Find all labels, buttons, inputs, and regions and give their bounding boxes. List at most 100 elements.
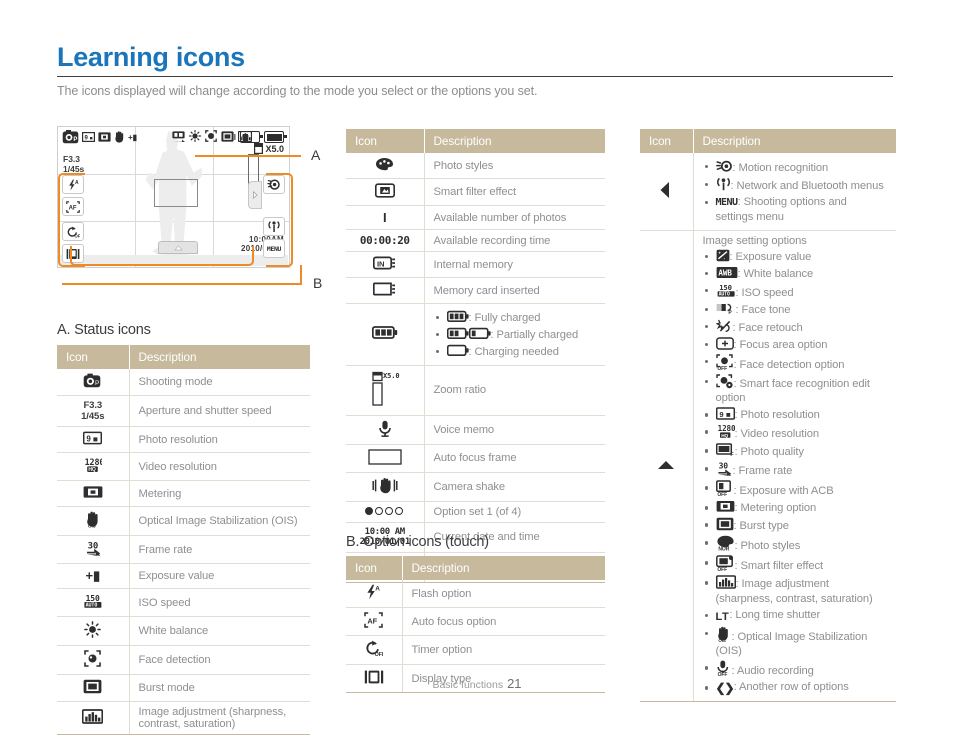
list-item: : Face retouch	[703, 319, 888, 336]
aperture-shutter-readout: F3.3 1/45s	[63, 154, 85, 174]
battery-full-icon	[446, 310, 469, 323]
white-balance-icon	[57, 616, 130, 646]
zoom-ratio-readout: X5.0	[254, 143, 284, 154]
ois-icon	[114, 131, 125, 143]
table-row: Memory card inserted	[346, 277, 605, 304]
list-item-label: : Smart face recognition edit option	[715, 377, 871, 405]
svg-text:OFF: OFF	[375, 652, 383, 657]
callout-line-b-vertical	[300, 265, 302, 284]
photo-quality-icon: F	[715, 443, 735, 457]
frame-rate-icon: 30	[57, 535, 130, 564]
column-header-icon: Icon	[346, 129, 425, 153]
list-item: AWB: White balance	[703, 266, 888, 282]
table-row: P Shooting mode	[57, 369, 310, 396]
row-description: Flash option	[402, 580, 605, 608]
table-row: Voice memo	[346, 415, 605, 445]
list-item-label: : Charging needed	[468, 345, 559, 358]
white-balance-auto-icon: AWB	[716, 266, 738, 279]
list-item-label: : Optical Image Stabilization (OIS)	[715, 630, 868, 658]
row-description: ISO speed	[129, 588, 310, 617]
table-row: OFF Timer option	[346, 635, 605, 665]
svg-text:A: A	[375, 585, 380, 592]
column-header-icon: Icon	[57, 345, 130, 369]
option-icons-table: Icon Description A Flash option AF Auto …	[346, 556, 605, 693]
svg-text:OFF: OFF	[717, 567, 727, 571]
motion-recognition-icon	[715, 159, 733, 173]
svg-text:P: P	[728, 310, 732, 315]
face-tone-icon: P	[716, 302, 736, 315]
photo-styles-nor-icon: NOR	[716, 535, 735, 551]
callout-label-a: A	[311, 147, 321, 163]
svg-text:F: F	[730, 452, 734, 457]
list-item: : Fully charged	[434, 310, 597, 326]
list-item: OFF: Exposure with ACB	[703, 480, 888, 499]
row-description: Photo resolution	[129, 426, 310, 453]
aperture-value: F3.3	[83, 400, 103, 411]
row-description: Photo styles	[424, 153, 605, 179]
iso-speed-icon: 150 AUTO	[57, 588, 130, 617]
battery-icon	[346, 303, 425, 366]
table-row: AF Auto focus option	[346, 607, 605, 636]
menu-icon: MENU	[715, 196, 739, 208]
list-item: 9 : Photo resolution	[703, 407, 888, 423]
manual-page: Learning icons The icons displayed will …	[0, 0, 954, 735]
shooting-mode-icon: P	[62, 130, 79, 144]
available-recording-time-icon: 00:00:20	[346, 229, 425, 252]
row-description: White balance	[129, 616, 310, 646]
row-bullets: Image setting options + -: Exposure value…	[693, 230, 896, 702]
svg-text:AUTO: AUTO	[718, 291, 729, 297]
up-arrow-icon	[640, 230, 694, 702]
option-set-icon	[346, 501, 425, 523]
row-description: Available number of photos	[424, 205, 605, 230]
ois-icon: OIS	[57, 506, 130, 536]
list-item-label: : Photo quality	[734, 446, 805, 458]
left-arrow-icon	[640, 153, 694, 231]
frame-rate-icon: 30	[716, 461, 733, 476]
column-header-description: Description	[402, 556, 605, 580]
exposure-value-icon: + -	[716, 249, 730, 262]
list-item-label: : White balance	[737, 267, 814, 280]
network-bluetooth-icon	[716, 177, 731, 191]
audio-recording-off-icon: OFF	[716, 660, 732, 676]
auto-focus-frame-icon	[154, 179, 198, 207]
list-item: + -: Exposure value	[703, 249, 888, 265]
row-description: Face detection	[129, 645, 310, 675]
available-photos-icon: I	[346, 205, 425, 230]
auto-focus-option-icon: AF	[346, 607, 403, 636]
list-item-label: : ISO speed	[735, 286, 794, 299]
white-balance-icon	[189, 130, 201, 142]
list-item: OIS: Optical Image Stabilization (OIS)	[703, 626, 888, 659]
page-title: Learning icons	[57, 42, 245, 72]
list-item-label: : Photo resolution	[734, 409, 820, 421]
list-item-label: : Network and Bluetooth menus	[730, 179, 884, 192]
side-options-tab[interactable]	[248, 181, 262, 209]
footer-page-number: 21	[507, 676, 522, 691]
burst-mode-icon	[221, 130, 234, 142]
row-description: Metering	[129, 480, 310, 507]
svg-text:OIS: OIS	[88, 524, 96, 528]
smart-filter-off-icon: OFF	[715, 555, 735, 571]
svg-text:9: 9	[85, 135, 89, 141]
camera-shake-icon	[346, 472, 425, 502]
face-detection-icon	[57, 645, 130, 675]
face-detection-off-icon: OFF	[715, 353, 734, 370]
svg-text:IN: IN	[377, 259, 384, 268]
photo-styles-icon	[346, 153, 425, 179]
row-description: Camera shake	[424, 472, 605, 502]
table-row: +▮ Exposure value	[57, 563, 310, 589]
svg-text:9: 9	[719, 410, 723, 419]
row-description: Memory card inserted	[424, 277, 605, 304]
section-heading-b: B. Option icons (touch)	[346, 534, 489, 550]
svg-text:150: 150	[719, 283, 732, 292]
burst-type-icon	[716, 517, 734, 531]
row-description: Image adjustment (sharpness, contrast, s…	[129, 701, 310, 735]
row-description: Exposure value	[129, 563, 310, 589]
table-row: I Available number of photos	[346, 205, 605, 230]
photo-resolution-icon: 9	[715, 407, 735, 420]
title-divider	[57, 76, 893, 77]
list-item: : Burst type	[703, 517, 888, 534]
smart-face-recognition-edit-icon	[715, 373, 734, 389]
svg-text:AF: AF	[368, 617, 378, 626]
footer-section-label: Basic functions	[432, 679, 504, 691]
shutter-value: 1/45s	[81, 411, 105, 422]
